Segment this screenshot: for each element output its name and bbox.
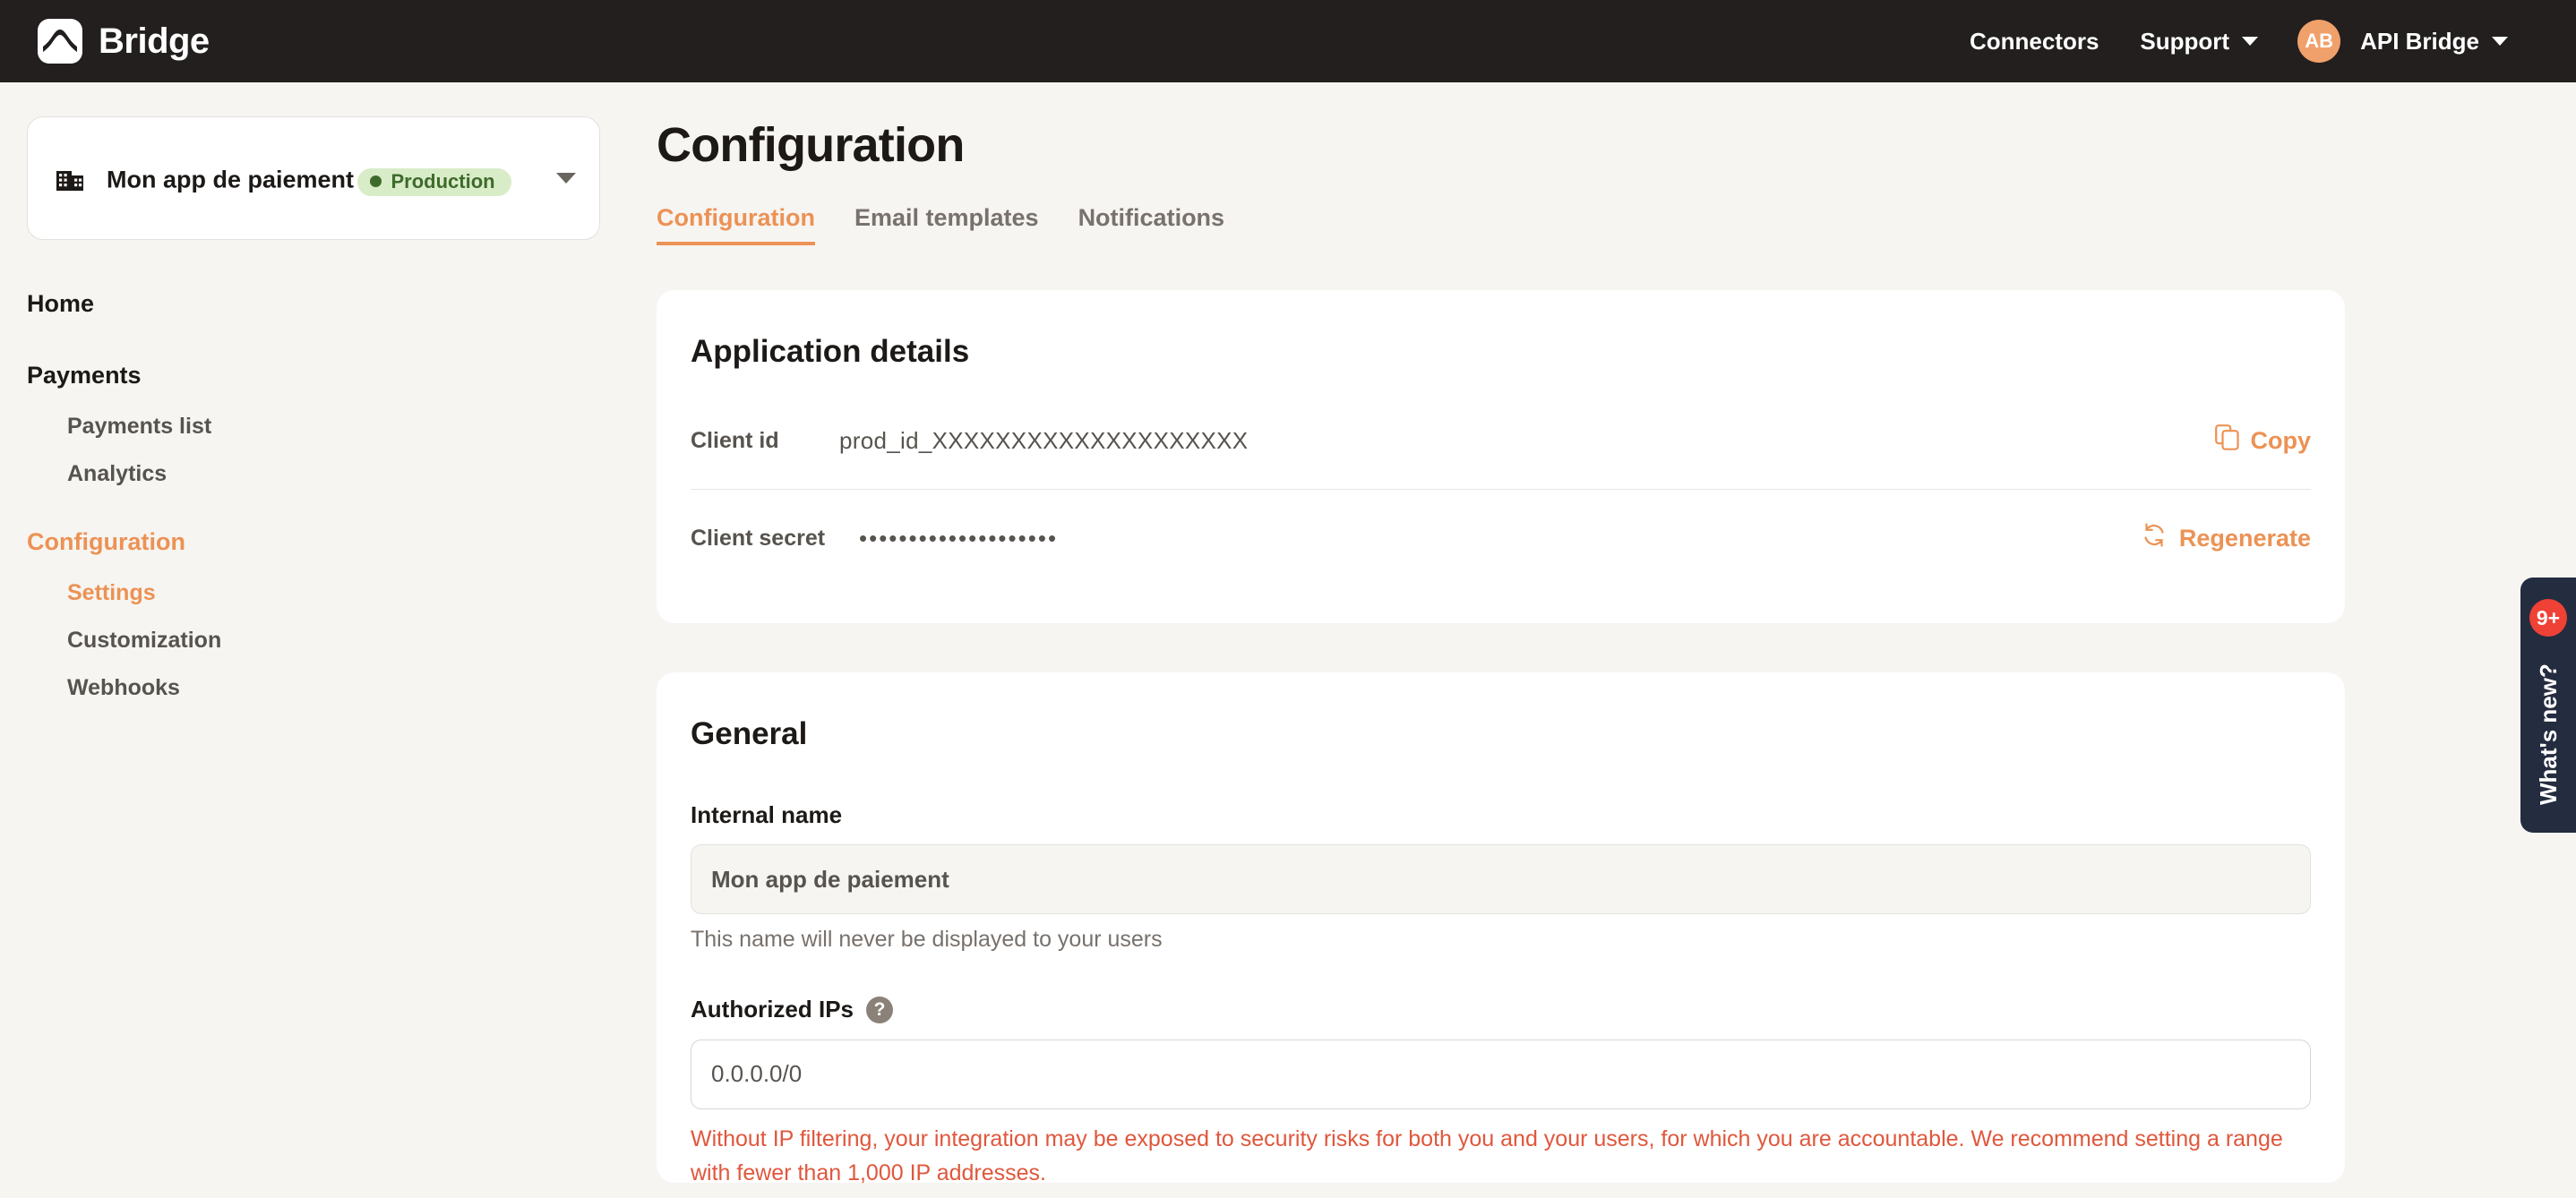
top-nav-links: Connectors Support AB API Bridge [1948, 20, 2528, 63]
client-id-row: Client id prod_id_XXXXXXXXXXXXXXXXXXXX C… [657, 392, 2345, 489]
sidebar-item-webhooks[interactable]: Webhooks [0, 664, 627, 712]
general-card: General Internal name Mon app de paiemen… [657, 672, 2345, 1185]
app-name: Mon app de paiement [107, 166, 355, 193]
sidebar-item-payments[interactable]: Payments [0, 349, 627, 403]
nav-link-support-label: Support [2140, 28, 2230, 55]
copy-button[interactable]: Copy [2214, 424, 2312, 457]
client-secret-row: Client secret •••••••••••••••••••• Regen… [657, 490, 2345, 586]
regenerate-button[interactable]: Regenerate [2141, 522, 2311, 554]
internal-name-input[interactable]: Mon app de paiement [691, 844, 2311, 915]
top-navigation-bar: Bridge Connectors Support AB API Bridge [0, 0, 2576, 82]
authorized-ips-label: Authorized IPs ? [657, 996, 2345, 1023]
sidebar-item-payments-list[interactable]: Payments list [0, 403, 627, 450]
application-details-heading: Application details [691, 334, 970, 370]
internal-name-label: Internal name [657, 801, 2345, 829]
internal-name-helper-text: This name will never be displayed to you… [691, 927, 1163, 953]
sidebar-item-customization[interactable]: Customization [0, 617, 627, 664]
copy-label: Copy [2250, 426, 2312, 454]
chevron-down-icon[interactable] [556, 173, 576, 184]
nav-link-connectors[interactable]: Connectors [1948, 30, 2120, 53]
chevron-down-icon [2492, 37, 2508, 46]
client-id-label: Client id [691, 428, 779, 454]
environment-badge: Production [357, 167, 511, 196]
client-secret-label: Client secret [691, 526, 826, 552]
app-selector-text: Mon app de paiement Production [107, 161, 538, 196]
sidebar-item-home[interactable]: Home [0, 278, 627, 331]
brand-logo[interactable]: Bridge [38, 19, 210, 64]
bridge-arch-icon [38, 19, 82, 64]
whats-new-tab[interactable]: 9+ What's new? [2520, 578, 2576, 833]
status-dot-icon [370, 175, 382, 187]
sidebar-nav: Home Payments Payments list Analytics Co… [0, 278, 627, 713]
general-heading: General [691, 716, 808, 752]
nav-menu-support[interactable]: Support [2120, 30, 2278, 53]
whats-new-badge: 9+ [2529, 599, 2567, 637]
nav-menu-account[interactable]: API Bridge [2340, 30, 2528, 53]
client-id-value: prod_id_XXXXXXXXXXXXXXXXXXXX [839, 426, 1249, 454]
authorized-ips-warning: Without IP filtering, your integration m… [691, 1125, 2283, 1185]
authorized-ips-label-text: Authorized IPs [691, 996, 854, 1023]
authorized-ips-input[interactable]: 0.0.0.0/0 [691, 1039, 2311, 1109]
sidebar: Mon app de paiement Production Home Paym… [0, 82, 627, 1198]
whats-new-label: What's new? [2535, 663, 2562, 806]
client-secret-value: •••••••••••••••••••• [859, 524, 1059, 552]
page-title: Configuration [657, 118, 965, 172]
refresh-icon [2141, 522, 2168, 554]
chevron-down-icon [2242, 37, 2259, 46]
environment-label: Production [391, 169, 495, 193]
help-icon[interactable]: ? [866, 996, 894, 1023]
avatar[interactable]: AB [2297, 20, 2341, 63]
sidebar-item-analytics[interactable]: Analytics [0, 450, 627, 498]
main-content: Configuration Configuration Email templa… [627, 82, 2576, 1198]
brand-name: Bridge [99, 21, 210, 61]
app-selector[interactable]: Mon app de paiement Production [27, 116, 600, 240]
sidebar-item-settings[interactable]: Settings [0, 569, 627, 617]
tab-configuration[interactable]: Configuration [657, 203, 815, 246]
sidebar-item-configuration[interactable]: Configuration [0, 516, 627, 569]
nav-account-name: API Bridge [2360, 28, 2479, 55]
internal-name-label-text: Internal name [691, 801, 843, 829]
regenerate-label: Regenerate [2178, 524, 2311, 552]
copy-icon [2214, 424, 2239, 457]
tab-notifications[interactable]: Notifications [1078, 203, 1225, 245]
building-icon [51, 159, 89, 197]
application-details-card: Application details Client id prod_id_XX… [657, 290, 2345, 624]
tab-email-templates[interactable]: Email templates [854, 203, 1039, 245]
tab-bar: Configuration Email templates Notificati… [657, 203, 2576, 246]
